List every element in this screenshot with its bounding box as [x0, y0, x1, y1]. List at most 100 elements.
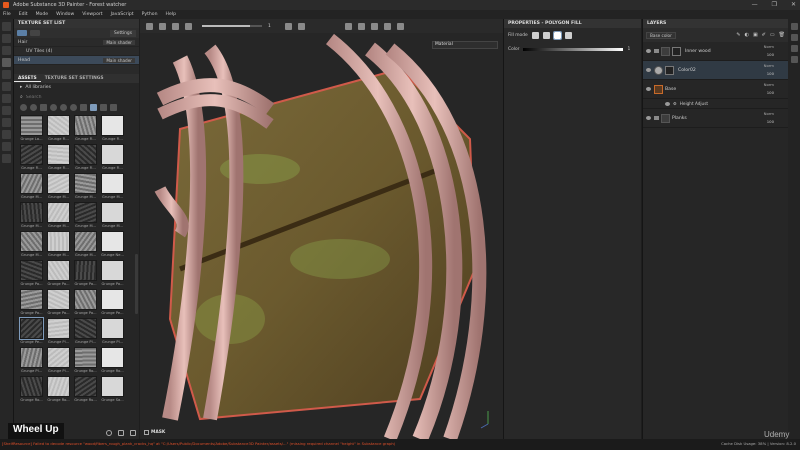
asset-thumbnail[interactable]: Grunge Pa...: [46, 289, 71, 315]
square-select-icon[interactable]: [118, 430, 124, 436]
asset-thumbnail[interactable]: Grunge M...: [73, 231, 98, 257]
menu-help[interactable]: Help: [166, 12, 176, 17]
asset-thumbnail[interactable]: Grunge Ro...: [73, 347, 98, 373]
eye-icon[interactable]: [646, 49, 651, 53]
layer-row[interactable]: Base Norm 100: [643, 80, 788, 99]
picker-icon[interactable]: [2, 94, 11, 103]
asset-thumbnail[interactable]: Grunge La...: [19, 115, 44, 141]
asset-thumbnail[interactable]: Grunge Ro...: [46, 376, 71, 402]
eye-icon[interactable]: [646, 68, 651, 72]
filter-smart-masks-icon[interactable]: [40, 104, 47, 111]
asset-thumbnail[interactable]: Grunge Pl...: [19, 347, 44, 373]
tab-texture-set-settings[interactable]: TEXTURE SET SETTINGS: [41, 76, 108, 81]
eye-icon[interactable]: [665, 101, 670, 106]
asset-thumbnail[interactable]: Grunge M...: [46, 202, 71, 228]
folder-view-icon[interactable]: [130, 430, 136, 436]
menu-viewport[interactable]: Viewport: [82, 12, 102, 17]
asset-thumbnail[interactable]: Grunge M...: [46, 231, 71, 257]
texture-set-shortcut-icon[interactable]: [790, 45, 798, 52]
history-icon[interactable]: [2, 154, 11, 163]
asset-thumbnail[interactable]: Grunge Pa...: [73, 289, 98, 315]
menu-edit[interactable]: Edit: [19, 12, 28, 17]
polygon-fill-icon[interactable]: [2, 58, 11, 67]
filter-brushes-icon[interactable]: [60, 104, 67, 111]
layer-row[interactable]: Color02 Norm 100: [643, 61, 788, 80]
asset-thumbnail[interactable]: Grunge Fi...: [19, 144, 44, 170]
layer-blend-mode[interactable]: Norm: [764, 111, 774, 116]
asset-thumbnail[interactable]: Grunge Fi...: [73, 144, 98, 170]
asset-thumbnail[interactable]: Grunge Fi...: [73, 115, 98, 141]
settings-button[interactable]: Settings: [109, 29, 136, 37]
asset-thumbnail[interactable]: Grunge M...: [100, 202, 125, 228]
quad-mode-icon[interactable]: [542, 31, 550, 39]
asset-thumbnail[interactable]: Grunge Fi...: [46, 144, 71, 170]
menu-mode[interactable]: Mode: [36, 12, 49, 17]
asset-thumbnail[interactable]: Grunge Pe...: [100, 289, 125, 315]
asset-thumbnail[interactable]: Grunge Pl...: [46, 347, 71, 373]
shader-settings-icon[interactable]: [2, 142, 11, 151]
uv-tiles-row[interactable]: UV Tiles (4): [14, 47, 139, 56]
asset-thumbnail[interactable]: Grunge Fi...: [46, 115, 71, 141]
texture-set-row[interactable]: Head Main shader: [14, 56, 139, 65]
layer-opacity[interactable]: 100: [767, 52, 774, 57]
mask-thumbnail[interactable]: [672, 46, 681, 56]
polygon-mode-icon[interactable]: [552, 30, 562, 40]
filter-tools-icon[interactable]: [80, 104, 87, 111]
effect-row[interactable]: ⚙ Height Adjust: [643, 99, 788, 109]
asset-thumbnail[interactable]: Grunge M...: [19, 202, 44, 228]
layer-blend-mode[interactable]: Norm: [764, 82, 774, 87]
layer-blend-mode[interactable]: Norm: [764, 63, 774, 68]
asset-thumbnail[interactable]: Grunge M...: [73, 173, 98, 199]
search-input[interactable]: [25, 94, 116, 100]
shader-select[interactable]: Main shader: [103, 39, 135, 45]
library-selector[interactable]: ▸ All libraries: [14, 83, 139, 92]
asset-thumbnail[interactable]: Grunge M...: [46, 173, 71, 199]
tab-assets[interactable]: ASSETS: [14, 76, 41, 82]
add-effect-icon[interactable]: ✎: [736, 32, 740, 38]
asset-thumbnail[interactable]: Grunge Pl...: [46, 318, 71, 344]
asset-thumbnail[interactable]: Grunge Pe...: [19, 317, 44, 344]
eye-icon[interactable]: [646, 116, 651, 120]
display-shortcut-icon[interactable]: [790, 56, 798, 63]
asset-thumbnail[interactable]: Grunge M...: [73, 202, 98, 228]
add-fill-layer-icon[interactable]: ▣: [753, 32, 758, 38]
channel-select[interactable]: Base color: [646, 31, 676, 39]
layer-row[interactable]: Inner wood Norm 100: [643, 42, 788, 61]
asset-thumbnail[interactable]: Grunge Pl...: [73, 318, 98, 344]
maximize-button[interactable]: ❐: [772, 1, 777, 8]
asset-thumbnail[interactable]: Grunge Ne...: [100, 231, 125, 257]
asset-thumbnail[interactable]: Grunge M...: [19, 231, 44, 257]
display-settings-icon[interactable]: [2, 130, 11, 139]
filter-textures-icon[interactable]: [90, 104, 97, 111]
menu-window[interactable]: Window: [56, 12, 74, 17]
asset-thumbnail[interactable]: Grunge Pa...: [19, 260, 44, 286]
properties-shortcut-icon[interactable]: [790, 34, 798, 41]
bake-icon[interactable]: [2, 106, 11, 115]
asset-thumbnail[interactable]: Grunge Pl...: [100, 318, 125, 344]
projection-icon[interactable]: [2, 46, 11, 55]
asset-thumbnail[interactable]: Grunge Ro...: [100, 347, 125, 373]
clone-icon[interactable]: [2, 82, 11, 91]
layer-blend-mode[interactable]: Norm: [764, 44, 774, 49]
mask-checkbox[interactable]: [144, 430, 149, 435]
asset-thumbnail[interactable]: Grunge Pa...: [46, 260, 71, 286]
channel-view-select[interactable]: Material: [432, 41, 498, 49]
add-mask-icon[interactable]: ◐: [745, 32, 749, 38]
menu-python[interactable]: Python: [142, 12, 158, 17]
asset-thumbnail[interactable]: Grunge Pa...: [19, 289, 44, 315]
asset-thumbnail[interactable]: Grunge Pa...: [100, 260, 125, 286]
layers-shortcut-icon[interactable]: [790, 23, 798, 30]
eye-toggle-icon[interactable]: [30, 30, 40, 36]
delete-layer-icon[interactable]: 🗑: [779, 32, 785, 38]
layer-opacity[interactable]: 100: [767, 119, 774, 124]
asset-thumbnail[interactable]: Grunge M...: [19, 173, 44, 199]
error-message[interactable]: [ShelfResource] Failed to decode resourc…: [2, 441, 692, 446]
filter-particles-icon[interactable]: [70, 104, 77, 111]
shader-select[interactable]: Main shader: [103, 57, 135, 63]
filter-smart-materials-icon[interactable]: [30, 104, 37, 111]
asset-thumbnail[interactable]: Grunge Ro...: [19, 376, 44, 402]
add-folder-icon[interactable]: ▭: [770, 32, 775, 38]
color-slider[interactable]: [523, 47, 624, 51]
viewport-3d[interactable]: 1 Material: [140, 19, 503, 439]
texture-set-row[interactable]: Hair Main shader: [14, 38, 139, 47]
